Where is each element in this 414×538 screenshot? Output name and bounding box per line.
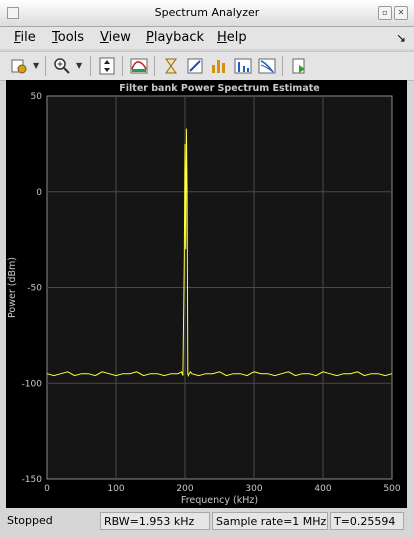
menu-help[interactable]: Help	[217, 30, 247, 45]
menu-view[interactable]: View	[100, 30, 131, 45]
menu-help-label: elp	[226, 30, 247, 45]
status-state: Stopped	[7, 514, 53, 527]
toolbar-separator	[282, 56, 283, 76]
x-axis-label: Frequency (kHz)	[181, 495, 258, 506]
y-tick-label: 50	[31, 92, 43, 102]
y-tick-label: -100	[22, 379, 43, 389]
window-title: Spectrum Analyzer	[154, 6, 260, 19]
menu-help-mnemonic: H	[217, 30, 227, 45]
distortion-icon[interactable]	[232, 55, 254, 77]
menu-view-mnemonic: V	[100, 30, 109, 45]
y-tick-label: -150	[22, 475, 43, 485]
toolbar-separator	[122, 56, 123, 76]
menu-playback-label: layback	[153, 30, 205, 45]
menu-file-label: ile	[20, 30, 36, 45]
x-tick-label: 0	[44, 484, 50, 494]
menu-view-label: iew	[108, 30, 131, 45]
autoscale-icon[interactable]	[96, 55, 118, 77]
x-tick-label: 300	[245, 484, 262, 494]
window-titlebar: Spectrum Analyzer ▫ ✕	[0, 0, 414, 27]
status-time: T=0.25594	[330, 512, 404, 530]
data-cursor-icon[interactable]	[160, 55, 182, 77]
toolbar-separator	[154, 56, 155, 76]
menu-file[interactable]: File	[14, 30, 36, 45]
zoom-icon[interactable]	[51, 55, 73, 77]
print-to-figure-icon[interactable]	[288, 55, 310, 77]
menu-bar: File Tools View Playback Help ↘	[0, 27, 414, 49]
settings-icon[interactable]	[8, 55, 30, 77]
y-tick-label: 0	[36, 188, 42, 198]
peak-finder-icon[interactable]	[208, 55, 230, 77]
plot-panel: 0 100 200 300 400 500 50 0 -50 -100 -150 Filter ban…	[6, 80, 407, 508]
status-rbw: RBW=1.953 kHz	[100, 512, 210, 530]
x-tick-label: 400	[314, 484, 331, 494]
dock-arrow-icon[interactable]: ↘	[396, 31, 406, 45]
x-tick-label: 100	[107, 484, 124, 494]
spectrum-settings-icon[interactable]	[128, 55, 150, 77]
ccdf-icon[interactable]	[256, 55, 278, 77]
status-bar: Stopped RBW=1.953 kHz Sample rate=1 MHz …	[0, 510, 414, 538]
zoom-dropdown-icon[interactable]: ▼	[76, 61, 82, 70]
menu-playback-mnemonic: P	[146, 30, 154, 45]
x-tick-label: 200	[176, 484, 193, 494]
close-icon[interactable]: ✕	[394, 6, 408, 20]
y-axis-label: Power (dBm)	[7, 257, 18, 318]
toolbar: ▼ ▼	[0, 51, 414, 81]
toolbar-separator	[45, 56, 46, 76]
menu-tools[interactable]: Tools	[52, 30, 84, 45]
toolbar-separator	[90, 56, 91, 76]
menu-playback[interactable]: Playback	[146, 30, 204, 45]
maximize-icon[interactable]: ▫	[378, 6, 392, 20]
chart-title: Filter bank Power Spectrum Estimate	[119, 83, 319, 94]
menu-tools-label: ools	[57, 30, 85, 45]
spectrum-plot[interactable]: 0 100 200 300 400 500500-50-100-150Filter ban…	[6, 80, 407, 508]
measure-icon[interactable]	[184, 55, 206, 77]
x-tick-label: 500	[383, 484, 400, 494]
settings-dropdown-icon[interactable]: ▼	[33, 61, 39, 70]
y-tick-label: -50	[27, 284, 42, 294]
status-sample-rate: Sample rate=1 MHz	[212, 512, 328, 530]
